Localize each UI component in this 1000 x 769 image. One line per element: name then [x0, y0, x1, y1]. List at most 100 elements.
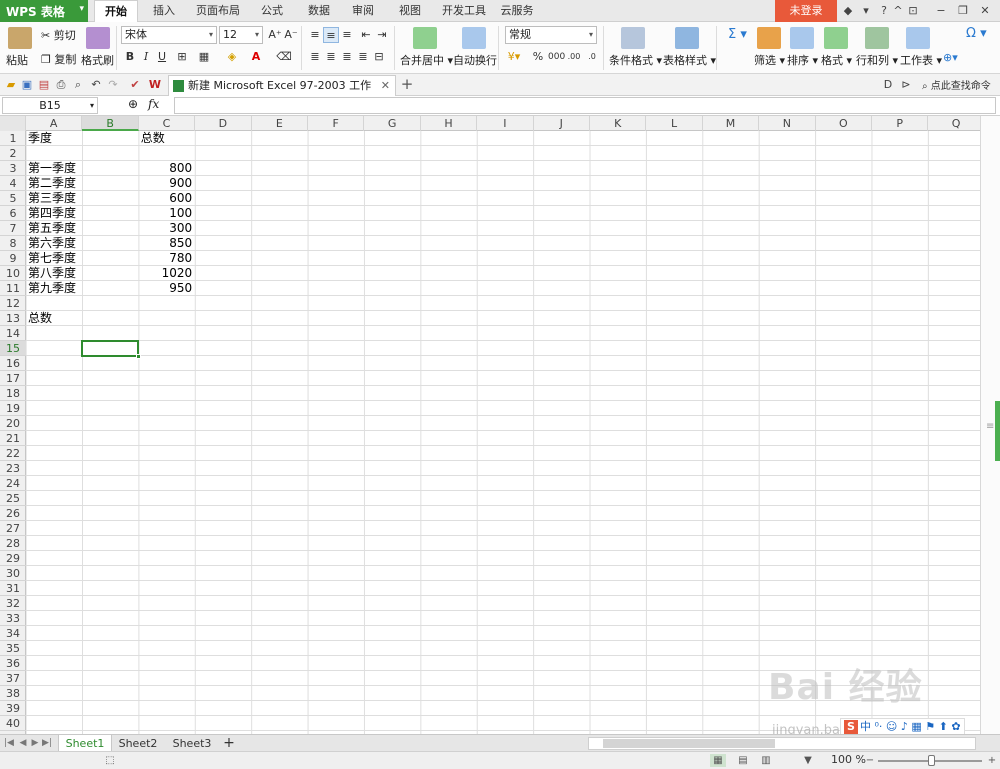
column-header[interactable]: N: [759, 116, 816, 131]
font-size-select[interactable]: 12 ▾: [219, 26, 263, 44]
percent-button[interactable]: %: [530, 49, 546, 65]
help-icon[interactable]: ?: [877, 3, 891, 19]
row-header[interactable]: 5: [0, 191, 26, 206]
cell-a10[interactable]: 第八季度: [28, 266, 79, 281]
row-header[interactable]: 31: [0, 581, 26, 596]
row-header[interactable]: 22: [0, 446, 26, 461]
name-box[interactable]: B15 ▾: [2, 97, 98, 114]
wps-app-button[interactable]: WPS 表格 ▾: [0, 0, 88, 22]
column-header[interactable]: P: [872, 116, 929, 131]
symbol-button[interactable]: Ω ▾: [966, 26, 987, 41]
row-header[interactable]: 6: [0, 206, 26, 221]
format-painter-button[interactable]: 格式刷: [81, 52, 114, 68]
zoom-out-icon[interactable]: −: [862, 754, 878, 767]
sort-icon[interactable]: [790, 27, 814, 49]
export-pdf-icon[interactable]: ▤: [37, 77, 51, 93]
wps-logo-icon[interactable]: W: [148, 77, 162, 93]
table-style-icon[interactable]: [675, 27, 699, 49]
clear-format-icon[interactable]: ⌫: [276, 49, 292, 65]
row-header[interactable]: 32: [0, 596, 26, 611]
row-header[interactable]: 23: [0, 461, 26, 476]
row-header[interactable]: 9: [0, 251, 26, 266]
new-tab-button[interactable]: +: [399, 75, 415, 95]
zoom-level[interactable]: 100 %: [831, 753, 866, 766]
row-header[interactable]: 4: [0, 176, 26, 191]
search-icon[interactable]: ⊕▾: [943, 51, 958, 64]
increase-decimal-icon[interactable]: .00: [566, 49, 582, 65]
normal-view-icon[interactable]: ▦: [710, 754, 726, 767]
increase-font-icon[interactable]: A⁺: [267, 27, 283, 43]
last-sheet-icon[interactable]: ▶|: [42, 736, 52, 750]
align-bottom-icon[interactable]: ≡: [339, 27, 355, 43]
column-header[interactable]: M: [703, 116, 760, 131]
row-header[interactable]: 38: [0, 686, 26, 701]
row-header[interactable]: 1: [0, 131, 26, 146]
decrease-decimal-icon[interactable]: .0: [584, 49, 600, 65]
chevron-up-icon[interactable]: ^: [893, 3, 903, 19]
skin-icon[interactable]: ◆: [842, 3, 854, 19]
column-header[interactable]: I: [477, 116, 534, 131]
column-header[interactable]: E: [252, 116, 308, 131]
row-header[interactable]: 20: [0, 416, 26, 431]
row-header[interactable]: 3: [0, 161, 26, 176]
worksheet-icon[interactable]: [906, 27, 930, 49]
align-top-icon[interactable]: ≡: [307, 27, 323, 43]
row-header[interactable]: 21: [0, 431, 26, 446]
save-icon[interactable]: ▣: [20, 77, 34, 93]
row-header[interactable]: 24: [0, 476, 26, 491]
cell-a4[interactable]: 第二季度: [28, 176, 79, 191]
align-center-icon[interactable]: ≣: [323, 49, 339, 65]
row-header[interactable]: 40: [0, 716, 26, 731]
cell-a6[interactable]: 第四季度: [28, 206, 79, 221]
page-break-icon[interactable]: ▥: [758, 754, 774, 767]
minimize-icon[interactable]: −: [934, 3, 948, 19]
underline-button[interactable]: U: [154, 49, 170, 65]
row-header[interactable]: 18: [0, 386, 26, 401]
row-header[interactable]: 35: [0, 641, 26, 656]
row-header[interactable]: 11: [0, 281, 26, 296]
column-header[interactable]: F: [308, 116, 365, 131]
cell-c3[interactable]: 800: [141, 161, 192, 176]
paste-button[interactable]: 粘贴: [6, 52, 28, 68]
row-header[interactable]: 39: [0, 701, 26, 716]
doc-icon[interactable]: D: [882, 77, 894, 93]
row-header[interactable]: 13: [0, 311, 26, 326]
column-header[interactable]: K: [590, 116, 647, 131]
row-header[interactable]: 29: [0, 551, 26, 566]
print-preview-icon[interactable]: ⌕: [71, 77, 85, 93]
cell-c7[interactable]: 300: [141, 221, 192, 236]
find-command[interactable]: ⌕ 点此查找命令: [922, 77, 991, 92]
indent-increase-icon[interactable]: ⇥: [374, 27, 390, 43]
zoom-in-icon[interactable]: +: [984, 754, 1000, 767]
page-layout-icon[interactable]: ▤: [735, 754, 751, 767]
vertical-scrollbar[interactable]: ≡: [980, 116, 1000, 734]
fill-handle[interactable]: [135, 354, 141, 359]
next-sheet-icon[interactable]: ▶: [30, 736, 40, 750]
font-color-icon[interactable]: A: [248, 49, 264, 65]
page-icon[interactable]: ⬚: [102, 754, 118, 767]
align-right-icon[interactable]: ≣: [339, 49, 355, 65]
side-panel-toggle[interactable]: [995, 401, 1000, 461]
sheet-tab-sheet2[interactable]: Sheet2: [112, 735, 164, 752]
column-header[interactable]: Q: [928, 116, 980, 131]
copy-button[interactable]: 复制: [54, 53, 76, 66]
menu-tab-7[interactable]: 开发工具: [438, 0, 490, 22]
menu-tab-6[interactable]: 视图: [390, 0, 430, 22]
cell-area[interactable]: 季度 总数 第一季度 800 第二季度 900 第三季度 600 第四季度 100 第五季度 300 第…: [26, 131, 980, 734]
fill-pattern-icon[interactable]: ▦: [196, 49, 212, 65]
first-sheet-icon[interactable]: |◀: [4, 736, 14, 750]
align-left-icon[interactable]: ≣: [307, 49, 323, 65]
menu-tab-0[interactable]: 开始: [94, 0, 138, 22]
column-header[interactable]: D: [195, 116, 252, 131]
indent-decrease-icon[interactable]: ⇤: [358, 27, 374, 43]
cut-button[interactable]: 剪切: [54, 29, 76, 42]
cell-c8[interactable]: 850: [141, 236, 192, 251]
rows-cols-button[interactable]: 行和列 ▾: [856, 52, 898, 68]
column-header[interactable]: L: [646, 116, 703, 131]
menu-tab-4[interactable]: 数据: [300, 0, 338, 22]
magnifier-icon[interactable]: ⊕: [128, 97, 138, 111]
column-header[interactable]: B: [82, 116, 139, 131]
menu-tab-8[interactable]: 云服务: [496, 0, 538, 22]
merge-icon[interactable]: [413, 27, 437, 49]
justify-icon[interactable]: ≣: [355, 49, 371, 65]
